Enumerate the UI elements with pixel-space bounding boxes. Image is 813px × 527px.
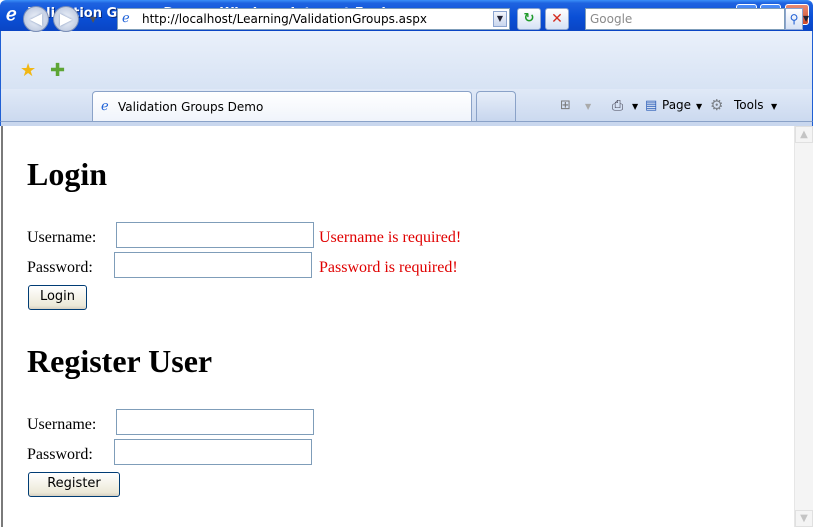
favorites-star-icon[interactable]: ★	[20, 62, 36, 80]
new-tab-button[interactable]	[476, 91, 516, 121]
search-options-dropdown-icon[interactable]: ▼	[803, 8, 813, 30]
print-icon[interactable]: ⎙	[612, 98, 623, 114]
navigation-bar	[0, 31, 813, 89]
page-dropdown-icon[interactable]: ▼	[696, 102, 702, 111]
login-button[interactable]: Login	[28, 285, 87, 310]
password-required-error: Password is required!	[319, 259, 458, 276]
stop-button[interactable]: ✕	[545, 8, 569, 30]
tools-dropdown-icon[interactable]: ▼	[771, 102, 777, 111]
feeds-dropdown-icon[interactable]: ▼	[585, 102, 591, 111]
print-dropdown-icon[interactable]: ▼	[632, 102, 638, 111]
search-input[interactable]: Google	[590, 12, 632, 26]
register-username-label: Username:	[27, 416, 97, 433]
page-menu-button[interactable]: Page	[662, 98, 691, 112]
page-favicon-icon: ℯ	[122, 11, 130, 26]
search-icon[interactable]: ⚲	[785, 8, 803, 30]
search-box[interactable]: Google	[585, 8, 785, 30]
tools-menu-button[interactable]: Tools	[734, 98, 764, 112]
back-button[interactable]: ◀	[23, 6, 49, 32]
scroll-down-arrow-icon[interactable]: ▼	[795, 510, 813, 527]
forward-button[interactable]: ▶	[53, 6, 79, 32]
username-required-error: Username is required!	[319, 229, 462, 246]
page-content: Login Username: Username is required! Pa…	[1, 126, 794, 527]
tab-label: Validation Groups Demo	[118, 100, 264, 114]
page-icon[interactable]: ▤	[645, 98, 657, 113]
tab-favicon-icon: ℯ	[101, 99, 109, 114]
scroll-up-arrow-icon[interactable]: ▲	[795, 126, 813, 143]
address-input[interactable]: http://localhost/Learning/ValidationGrou…	[142, 12, 427, 26]
register-password-input[interactable]	[114, 439, 312, 465]
login-username-input[interactable]	[116, 222, 314, 248]
login-heading: Login	[27, 156, 108, 192]
address-bar[interactable]: ℯ http://localhost/Learning/ValidationGr…	[117, 8, 510, 30]
add-favorites-icon[interactable]: ✚	[50, 62, 65, 80]
feeds-icon[interactable]: ⊞	[560, 98, 571, 113]
register-username-input[interactable]	[116, 409, 314, 435]
login-password-label: Password:	[27, 259, 93, 276]
vertical-scrollbar[interactable]: ▲ ▼	[794, 126, 813, 527]
recent-pages-dropdown-icon[interactable]: ▼	[90, 15, 96, 24]
refresh-button[interactable]: ↻	[517, 8, 541, 30]
address-dropdown-icon[interactable]: ▼	[493, 11, 507, 27]
register-heading: Register User	[27, 343, 213, 379]
tab-validation-groups-demo[interactable]: ℯ Validation Groups Demo	[92, 91, 472, 121]
register-button[interactable]: Register	[28, 472, 120, 497]
login-password-input[interactable]	[114, 252, 312, 278]
login-username-label: Username:	[27, 229, 97, 246]
register-password-label: Password:	[27, 446, 93, 463]
tools-gear-icon[interactable]: ⚙	[710, 96, 723, 114]
